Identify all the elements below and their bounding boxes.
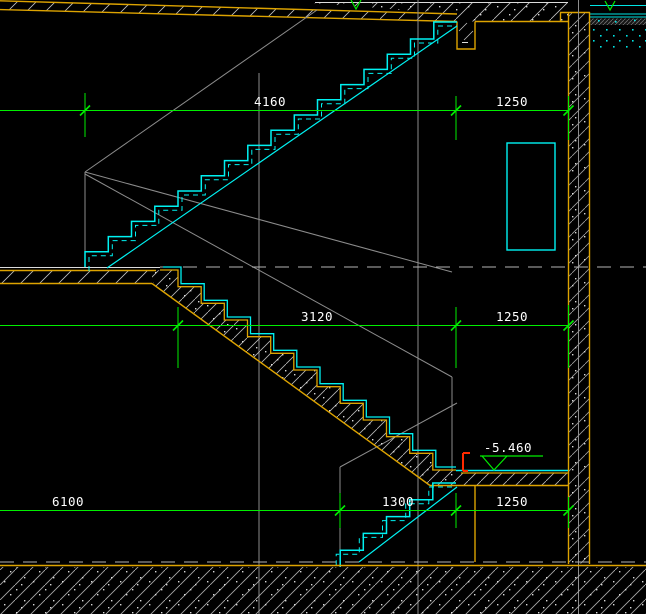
dim-text-top-run: 4160 <box>254 94 286 109</box>
dim-text-bottom-left: 6100 <box>52 494 84 509</box>
drawing-canvas[interactable]: 4160 1250 3120 1250 6100 1300 1250 -5.46… <box>0 0 646 614</box>
ground-foundation <box>0 561 646 614</box>
dim-text-bottom-landing: 1250 <box>496 494 528 509</box>
dim-text-top-landing: 1250 <box>496 94 528 109</box>
gravel-dots <box>590 26 646 49</box>
cad-viewport[interactable]: 4160 1250 3120 1250 6100 1300 1250 -5.46… <box>0 0 646 614</box>
canvas-background <box>0 0 646 614</box>
mid-landing-slab <box>0 267 160 285</box>
dim-text-mid-landing: 1250 <box>496 309 528 324</box>
dim-text-bottom-run: 1300 <box>382 494 414 509</box>
dim-text-mid-run: 3120 <box>301 309 333 324</box>
level-text: -5.460 <box>484 440 532 455</box>
